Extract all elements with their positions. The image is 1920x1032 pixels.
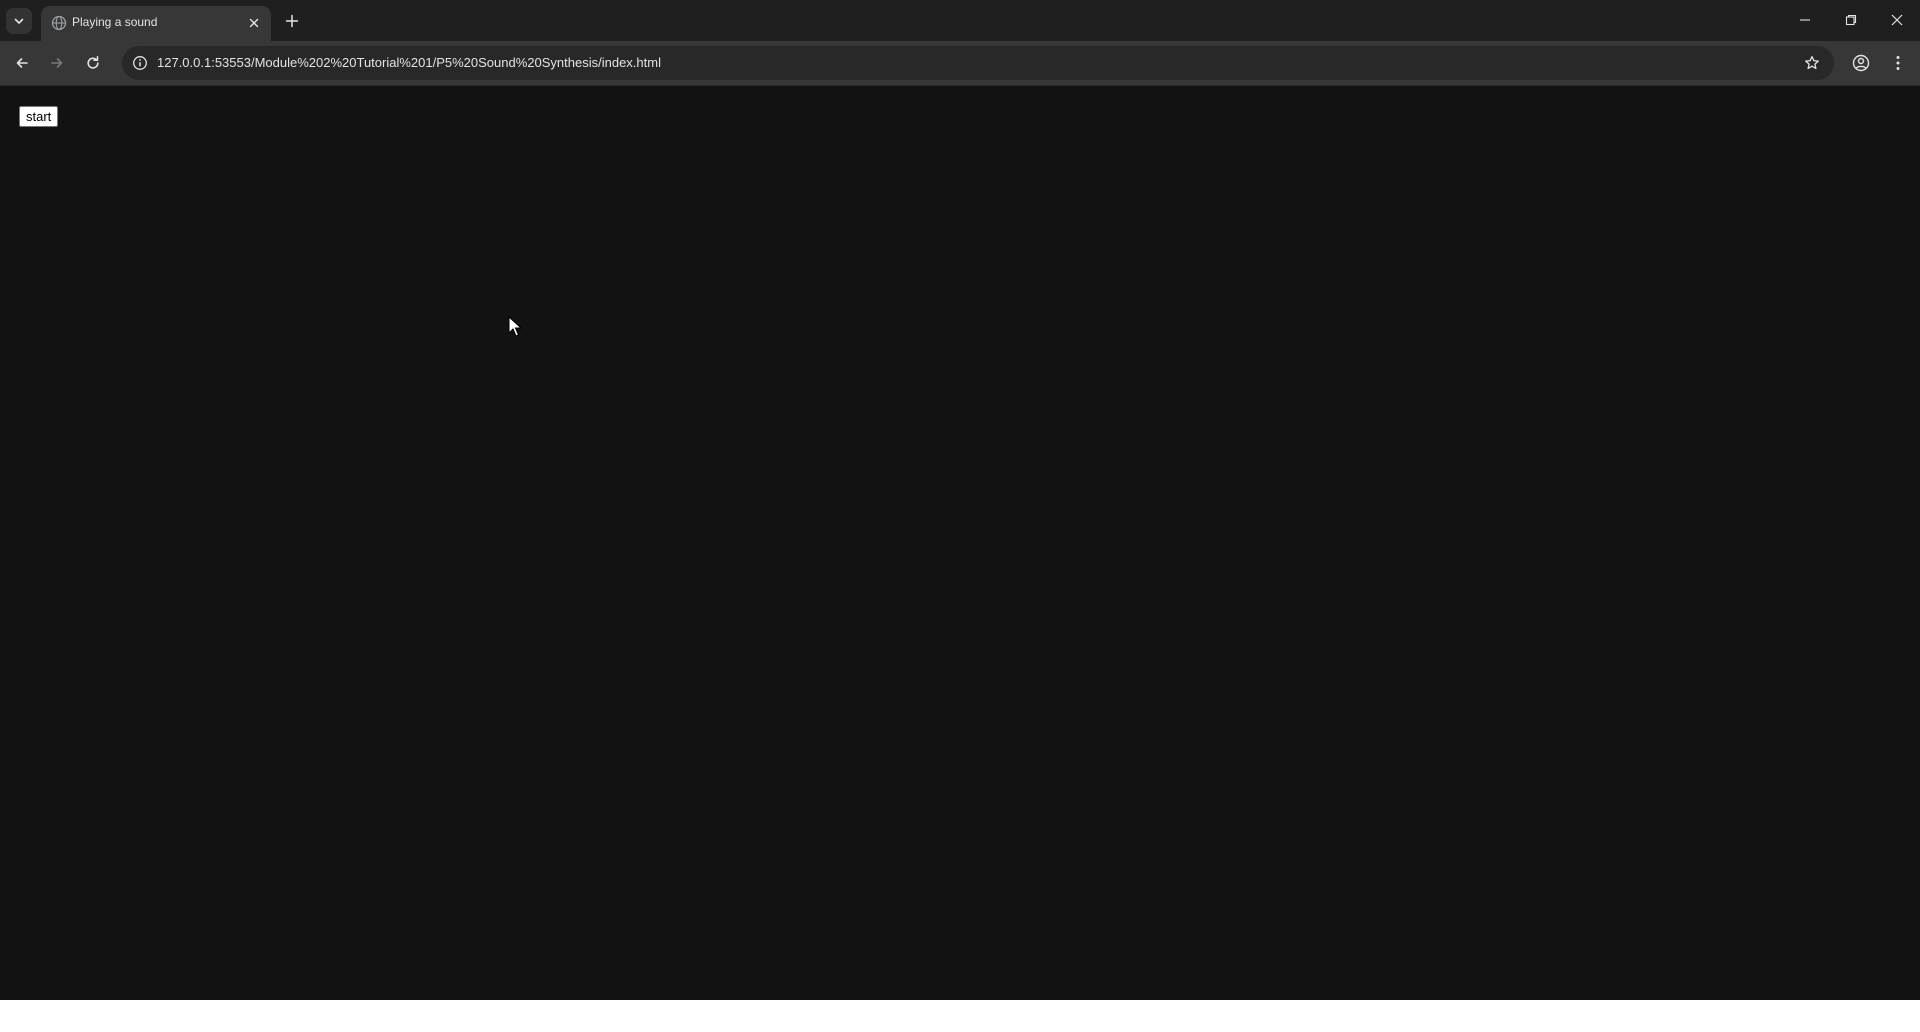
tab-search-button[interactable]	[6, 8, 32, 34]
tab-title: Playing a sound	[72, 15, 158, 29]
star-icon	[1805, 55, 1819, 70]
address-bar[interactable]: 127.0.0.1:53553/Module%202%20Tutorial%20…	[122, 46, 1834, 80]
account-circle-icon	[1852, 54, 1870, 72]
globe-icon	[51, 15, 67, 31]
bookmark-button[interactable]	[1800, 51, 1824, 75]
close-icon	[1891, 14, 1903, 26]
profile-button[interactable]	[1847, 49, 1875, 77]
plus-icon	[285, 14, 299, 28]
active-tab[interactable]: Playing a sound	[41, 6, 271, 41]
tab-close-button[interactable]	[245, 14, 263, 32]
close-window-button[interactable]	[1874, 0, 1920, 40]
minimize-button[interactable]	[1782, 0, 1828, 40]
mouse-cursor-icon	[508, 316, 522, 337]
tab-strip: Playing a sound	[0, 0, 1920, 41]
more-vertical-icon	[1896, 56, 1900, 70]
close-icon	[249, 18, 259, 28]
reload-icon	[87, 56, 99, 69]
page-content: start	[0, 87, 1920, 1000]
minimize-icon	[1800, 19, 1810, 21]
arrow-right-icon	[51, 58, 63, 68]
reload-button[interactable]	[79, 49, 107, 77]
new-tab-button[interactable]	[280, 9, 304, 33]
chevron-down-icon	[14, 18, 24, 24]
url-text[interactable]: 127.0.0.1:53553/Module%202%20Tutorial%20…	[157, 55, 661, 70]
restore-button[interactable]	[1828, 0, 1874, 40]
arrow-left-icon	[16, 58, 28, 68]
menu-button[interactable]	[1884, 49, 1912, 77]
back-button[interactable]	[8, 49, 36, 77]
restore-icon	[1845, 14, 1857, 26]
start-button[interactable]: start	[19, 106, 59, 127]
browser-window: Playing a sound 127.0.0.1:53553/Module%2…	[0, 0, 1920, 1000]
site-info-button[interactable]	[128, 51, 152, 75]
browser-toolbar: 127.0.0.1:53553/Module%202%20Tutorial%20…	[0, 41, 1920, 86]
forward-button[interactable]	[43, 49, 71, 77]
info-icon	[133, 56, 147, 70]
